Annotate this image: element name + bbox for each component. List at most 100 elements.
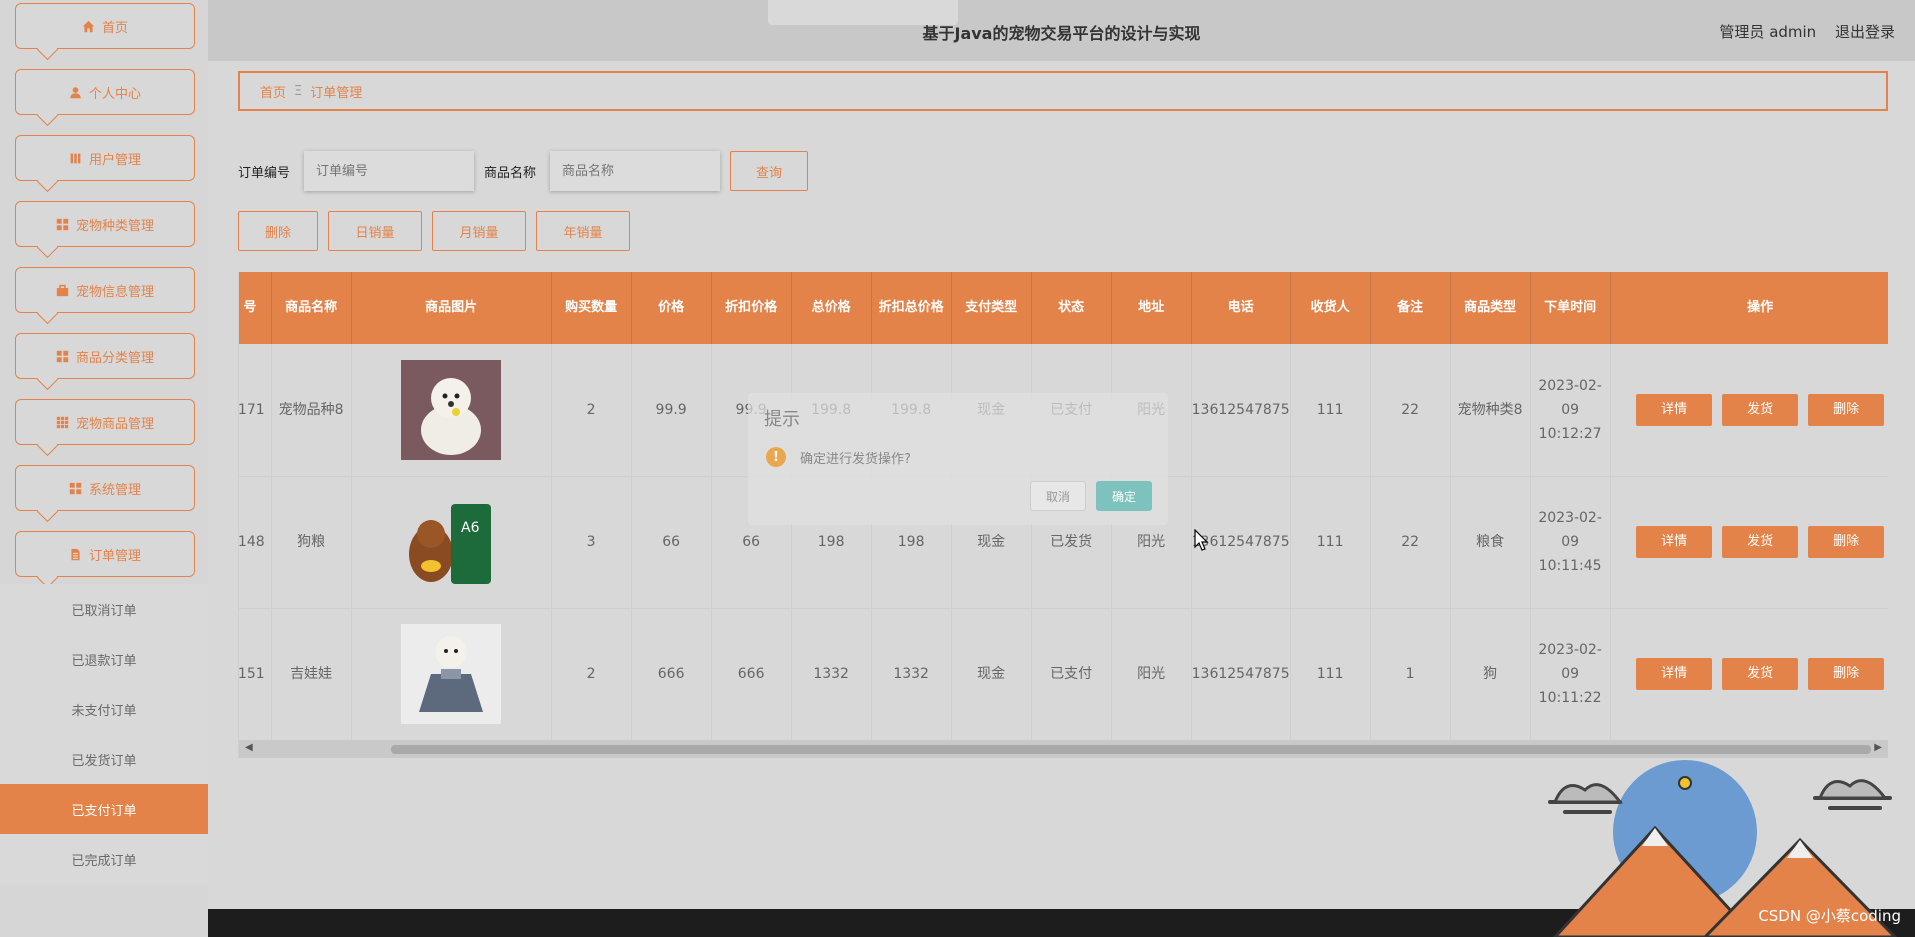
scroll-left-icon[interactable]: ◀ — [245, 742, 253, 753]
cell-note: 1 — [1370, 608, 1451, 741]
column-header: 电话 — [1191, 272, 1291, 344]
logout-link[interactable]: 退出登录 — [1835, 23, 1895, 41]
briefcase-icon — [56, 284, 70, 297]
sidebar-item-2[interactable]: 用户管理 — [15, 135, 195, 181]
submenu-item[interactable]: 已发货订单 — [0, 734, 208, 784]
column-header: 支付类型 — [951, 272, 1032, 344]
column-header: 购买数量 — [551, 272, 632, 344]
sidebar-item-label: 个人中心 — [88, 86, 141, 102]
column-header: 商品类型 — [1450, 272, 1531, 344]
ship-button[interactable]: 发货 — [1722, 658, 1799, 690]
product-name-input[interactable] — [550, 151, 720, 191]
grid-icon — [56, 350, 70, 363]
yearly-sales-button[interactable]: 年销量 — [536, 211, 630, 251]
column-header: 收货人 — [1290, 272, 1371, 344]
order-submenu: 已取消订单 已退款订单 未支付订单 已发货订单 已支付订单 已完成订单 — [0, 584, 208, 884]
row-delete-button[interactable]: 删除 — [1808, 526, 1885, 558]
toast-message — [768, 0, 958, 25]
query-button[interactable]: 查询 — [730, 151, 808, 191]
sidebar-item-label: 宠物商品管理 — [75, 416, 154, 432]
detail-button[interactable]: 详情 — [1636, 658, 1713, 690]
product-image — [351, 344, 552, 477]
row-delete-button[interactable]: 删除 — [1808, 393, 1885, 426]
column-header: 价格 — [631, 272, 712, 344]
order-no-label: 订单编号 — [238, 166, 291, 181]
column-header: 地址 — [1111, 272, 1192, 344]
cell-discount_total: 1332 — [871, 608, 952, 741]
row-delete-button[interactable]: 删除 — [1808, 658, 1885, 690]
breadcrumb-home[interactable]: 首页 — [260, 82, 286, 101]
daily-sales-button[interactable]: 日销量 — [328, 211, 422, 251]
book-icon — [69, 152, 83, 165]
detail-button[interactable]: 详情 — [1636, 526, 1713, 558]
cell-price: 99.9 — [631, 344, 712, 477]
cell-time: 2023-02-09 10:12:27 — [1530, 344, 1611, 477]
grid-icon — [69, 482, 83, 495]
cell-price: 666 — [631, 608, 712, 741]
mouse-cursor-icon — [1194, 529, 1209, 551]
sidebar-item-5[interactable]: 商品分类管理 — [15, 333, 195, 379]
column-header: 下单时间 — [1530, 272, 1611, 344]
sidebar-item-0[interactable]: 首页 — [15, 3, 195, 49]
apps-icon — [56, 416, 70, 429]
watermark: CSDN @小蔡coding — [1758, 907, 1901, 925]
confirm-button[interactable]: 确定 — [1096, 481, 1152, 511]
cell-name: 宠物品种8 — [271, 344, 352, 477]
page-title: 基于Java的宠物交易平台的设计与实现 — [922, 24, 1201, 43]
cancel-button[interactable]: 取消 — [1030, 481, 1086, 511]
cell-time: 2023-02-09 10:11:45 — [1530, 476, 1611, 609]
confirm-dialog: 提示 ! 确定进行发货操作? 取消 确定 — [748, 393, 1168, 525]
cell-status: 已支付 — [1031, 608, 1112, 741]
breadcrumb: 首页 Ξ 订单管理 — [238, 71, 1888, 111]
order-no-input[interactable] — [304, 151, 474, 191]
cell-receiver: 111 — [1290, 608, 1371, 741]
sidebar-item-7[interactable]: 系统管理 — [15, 465, 195, 511]
column-header: 商品名称 — [271, 272, 352, 344]
dialog-message: 确定进行发货操作? — [800, 452, 911, 467]
sidebar-item-label: 订单管理 — [88, 548, 141, 564]
table-row: 9151吉娃娃266666613321332现金已支付阳光13612547875… — [239, 608, 1888, 741]
cell-type: 宠物种类8 — [1450, 344, 1531, 477]
submenu-item[interactable]: 未支付订单 — [0, 684, 208, 734]
cell-id: 9171 — [239, 344, 272, 477]
column-header: 号 — [239, 272, 272, 344]
cell-addr: 阳光 — [1111, 608, 1192, 741]
ship-button[interactable]: 发货 — [1722, 393, 1799, 426]
product-image: A6 — [351, 476, 552, 609]
detail-button[interactable]: 详情 — [1636, 393, 1713, 426]
home-icon — [82, 20, 96, 33]
column-header: 备注 — [1370, 272, 1451, 344]
submenu-item[interactable]: 已完成订单 — [0, 834, 208, 884]
monthly-sales-button[interactable]: 月销量 — [432, 211, 526, 251]
sidebar-item-label: 宠物种类管理 — [75, 218, 154, 234]
sidebar-item-6[interactable]: 宠物商品管理 — [15, 399, 195, 445]
breadcrumb-current: 订单管理 — [310, 85, 363, 101]
sidebar-item-3[interactable]: 宠物种类管理 — [15, 201, 195, 247]
user-label: 管理员 admin — [1719, 23, 1817, 41]
submenu-item[interactable]: 已退款订单 — [0, 634, 208, 684]
sidebar-item-8[interactable]: 订单管理 — [15, 531, 195, 577]
cell-qty: 2 — [551, 344, 632, 477]
svg-text:A6: A6 — [461, 520, 480, 536]
cell-name: 狗粮 — [271, 476, 352, 609]
cell-phone: 13612547875 — [1191, 608, 1291, 741]
delete-button[interactable]: 删除 — [238, 211, 318, 251]
cell-qty: 3 — [551, 476, 632, 609]
cell-type: 粮食 — [1450, 476, 1531, 609]
sidebar-item-4[interactable]: 宠物信息管理 — [15, 267, 195, 313]
grid-icon — [56, 218, 70, 231]
cell-actions: 详情 发货 删除 — [1610, 344, 1888, 477]
cell-phone: 13612547875 — [1191, 344, 1291, 477]
submenu-item[interactable]: 已取消订单 — [0, 584, 208, 634]
ship-button[interactable]: 发货 — [1722, 526, 1799, 558]
cell-id: 9151 — [239, 608, 272, 741]
cell-price: 66 — [631, 476, 712, 609]
column-header: 总价格 — [791, 272, 872, 344]
sidebar-item-1[interactable]: 个人中心 — [15, 69, 195, 115]
submenu-item[interactable]: 已支付订单 — [0, 784, 208, 834]
product-image — [351, 608, 552, 741]
cell-id: 9148 — [239, 476, 272, 609]
warning-icon: ! — [766, 447, 786, 467]
column-header: 商品图片 — [351, 272, 552, 344]
sidebar-item-label: 用户管理 — [88, 152, 141, 168]
